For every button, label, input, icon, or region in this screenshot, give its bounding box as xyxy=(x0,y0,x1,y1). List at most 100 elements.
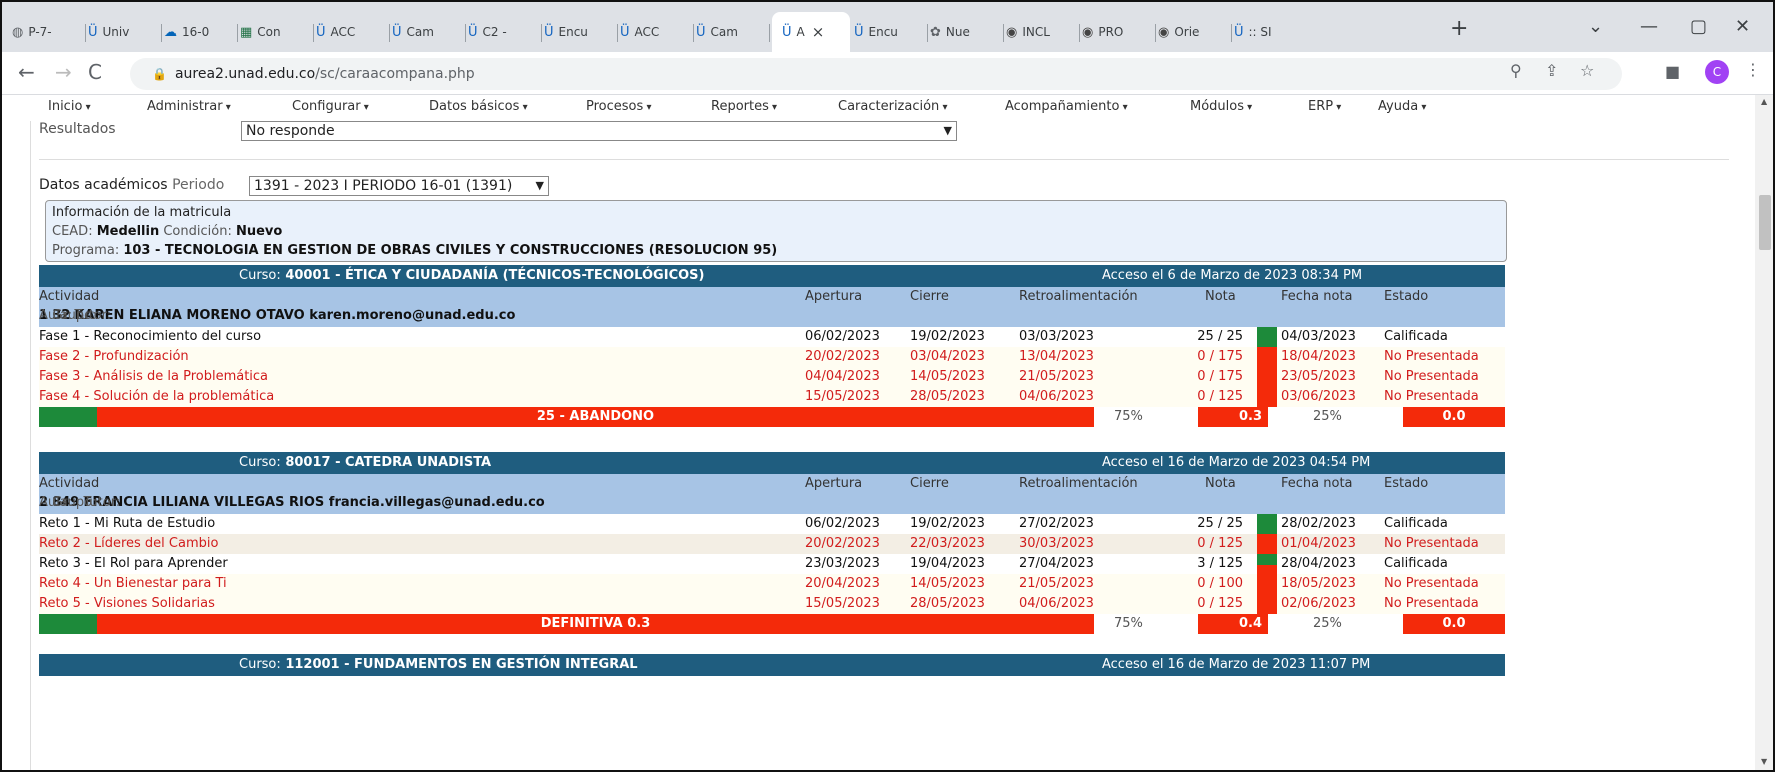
activity-row[interactable]: Fase 3 - Análisis de la Problemática 04/0… xyxy=(39,367,1505,387)
activity-row[interactable]: Reto 5 - Visiones Solidarias 15/05/2023 28… xyxy=(39,594,1505,614)
menu-item[interactable]: Administrar ▾ xyxy=(147,99,231,114)
minimize-icon[interactable]: — xyxy=(1640,16,1658,37)
browser-tab[interactable]: Ü Cam xyxy=(696,18,768,46)
address-bar[interactable]: 🔒 aurea2.unad.edu.co/sc/caraacompana.php… xyxy=(130,58,1622,90)
browser-tab[interactable]: Ü Univ xyxy=(88,18,160,46)
aula-tutor: FRANCIA LILIANA VILLEGAS RIOS francia.vi… xyxy=(83,495,545,510)
profile-avatar[interactable]: C xyxy=(1705,60,1729,84)
browser-tab[interactable]: Ü ACC xyxy=(316,18,388,46)
menu-item[interactable]: Inicio ▾ xyxy=(48,99,91,114)
activity-act: Reto 4 - Un Bienestar para Ti xyxy=(39,576,227,591)
activity-row[interactable]: Fase 1 - Reconocimiento del curso 06/02/2… xyxy=(39,327,1505,347)
browser-tab-label: Univ xyxy=(102,25,130,39)
forward-icon[interactable]: → xyxy=(55,60,72,84)
tab-separator xyxy=(1003,24,1004,42)
activity-row[interactable]: Reto 1 - Mi Ruta de Estudio 06/02/2023 19/… xyxy=(39,514,1505,534)
browser-tab[interactable]: ◉ Orie xyxy=(1158,18,1230,46)
browser-tab[interactable]: ✿ Nue xyxy=(930,18,1002,46)
bookmark-star-icon[interactable]: ☆ xyxy=(1580,61,1594,80)
maximize-icon[interactable]: ▢ xyxy=(1690,16,1707,37)
summary-percent-25: 25% xyxy=(1313,409,1342,424)
grade-status-indicator xyxy=(1257,594,1277,614)
browser-tab[interactable]: ◉ INCL xyxy=(1006,18,1078,46)
activity-ap: 20/02/2023 xyxy=(805,536,880,551)
browser-tab[interactable]: Ü C2 - xyxy=(468,18,540,46)
close-window-icon[interactable]: ✕ xyxy=(1735,16,1750,37)
menu-item[interactable]: Datos básicos ▾ xyxy=(429,99,528,114)
menu-item[interactable]: Módulos ▾ xyxy=(1190,99,1252,114)
activity-ap: 23/03/2023 xyxy=(805,556,880,571)
browser-tab-label: 16-0 xyxy=(182,25,210,39)
browser-tab[interactable]: Ü ACC xyxy=(620,18,692,46)
browser-tab[interactable]: Ü Encu xyxy=(854,18,926,46)
kebab-menu-icon[interactable]: ⋮ xyxy=(1745,60,1761,79)
share-icon[interactable]: ⇪ xyxy=(1545,61,1558,80)
browser-tab[interactable]: ☁ 16-0 xyxy=(164,18,236,46)
datos-academicos: Datos académicos Periodo xyxy=(39,177,224,193)
browser-tab[interactable]: ◍ P-7- xyxy=(12,18,84,46)
browser-tab-label: ACC xyxy=(634,25,660,39)
menu-item[interactable]: Caracterización ▾ xyxy=(838,99,948,114)
menu-item-label: Módulos xyxy=(1190,99,1244,114)
aula-info: Aula: 2 Grupo: 849 Tutor: FRANCIA LILIAN… xyxy=(39,495,545,510)
activity-row[interactable]: Fase 4 - Solución de la problemática 15/0… xyxy=(39,387,1505,407)
tab-search-icon[interactable]: ⌄ xyxy=(1588,16,1603,37)
unad-icon: Ü xyxy=(696,24,706,40)
close-icon[interactable]: × xyxy=(812,23,825,41)
matricula-cead: CEAD: Medellin Condición: Nuevo xyxy=(52,224,283,239)
chrome-icon: ◉ xyxy=(1082,24,1094,40)
resultados-value: No responde xyxy=(246,123,335,139)
page-scrollbar[interactable]: ▲ ▼ xyxy=(1755,95,1775,772)
activity-ap: 04/04/2023 xyxy=(805,369,880,384)
scrollbar-thumb[interactable] xyxy=(1759,195,1771,250)
caret-down-icon: ▾ xyxy=(1418,102,1427,113)
activity-re: 13/04/2023 xyxy=(1019,349,1094,364)
browser-tab[interactable]: Ü Cam xyxy=(392,18,464,46)
menu-item[interactable]: Reportes ▾ xyxy=(711,99,777,114)
browser-tab-label: Cam xyxy=(710,25,738,39)
activity-ci: 19/02/2023 xyxy=(910,329,985,344)
new-tab-icon[interactable]: + xyxy=(1450,16,1468,41)
activity-ap: 20/02/2023 xyxy=(805,349,880,364)
browser-tab[interactable]: ◉ PRO xyxy=(1082,18,1154,46)
browser-tab[interactable]: Ü A × xyxy=(772,12,850,52)
activity-nota: 0 / 125 xyxy=(1197,389,1243,404)
browser-tab[interactable]: Ü:: SI xyxy=(1234,18,1306,46)
activity-est: Calificada xyxy=(1384,556,1448,571)
activity-est: Calificada xyxy=(1384,329,1448,344)
back-icon[interactable]: ← xyxy=(18,60,35,84)
activity-act: Reto 3 - El Rol para Aprender xyxy=(39,556,228,571)
activity-row[interactable]: Fase 2 - Profundización 20/02/2023 03/04/2… xyxy=(39,347,1505,367)
tab-separator xyxy=(927,24,928,42)
scroll-down-icon[interactable]: ▼ xyxy=(1761,757,1767,766)
caret-down-icon: ▾ xyxy=(1244,102,1253,113)
unad-icon: Ü xyxy=(620,24,630,40)
activity-row[interactable]: Reto 3 - El Rol para Aprender 23/03/2023 1… xyxy=(39,554,1505,574)
browser-tab-label: P-7- xyxy=(28,25,52,39)
activity-re: 21/05/2023 xyxy=(1019,369,1094,384)
menu-item[interactable]: Configurar ▾ xyxy=(292,99,369,114)
sidepanel-icon[interactable]: ■ xyxy=(1665,62,1680,81)
menu-item[interactable]: Procesos ▾ xyxy=(586,99,651,114)
activity-ap: 20/04/2023 xyxy=(805,576,880,591)
browser-tab[interactable]: Ü Encu xyxy=(544,18,616,46)
menu-item[interactable]: Ayuda ▾ xyxy=(1378,99,1426,114)
activity-fn: 28/02/2023 xyxy=(1281,516,1356,531)
aula-tutor: KAREN ELIANA MORENO OTAVO karen.moreno@u… xyxy=(74,308,516,323)
periodo-select[interactable]: 1391 - 2023 I PERIODO 16-01 (1391) ▼ xyxy=(249,176,549,196)
menu-item[interactable]: ERP ▾ xyxy=(1308,99,1341,114)
menu-item[interactable]: Acompañamiento ▾ xyxy=(1005,99,1128,114)
reload-icon[interactable]: C xyxy=(88,60,102,84)
activity-ci: 03/04/2023 xyxy=(910,349,985,364)
scroll-up-icon[interactable]: ▲ xyxy=(1761,97,1767,106)
resultados-select[interactable]: No responde ▼ xyxy=(241,121,957,141)
tab-separator xyxy=(161,24,162,42)
tab-separator xyxy=(693,24,694,42)
activity-row[interactable]: Reto 4 - Un Bienestar para Ti 20/04/2023 1… xyxy=(39,574,1505,594)
browser-tab[interactable]: ▦ Con xyxy=(240,18,312,46)
zoom-icon[interactable]: ⚲ xyxy=(1510,61,1522,80)
activity-fn: 02/06/2023 xyxy=(1281,596,1356,611)
main-content: Resultados No responde ▼ Datos académico… xyxy=(30,121,1749,772)
activity-row[interactable]: Reto 2 - Líderes del Cambio 20/02/2023 22/… xyxy=(39,534,1505,554)
unad-icon: Ü xyxy=(88,24,98,40)
